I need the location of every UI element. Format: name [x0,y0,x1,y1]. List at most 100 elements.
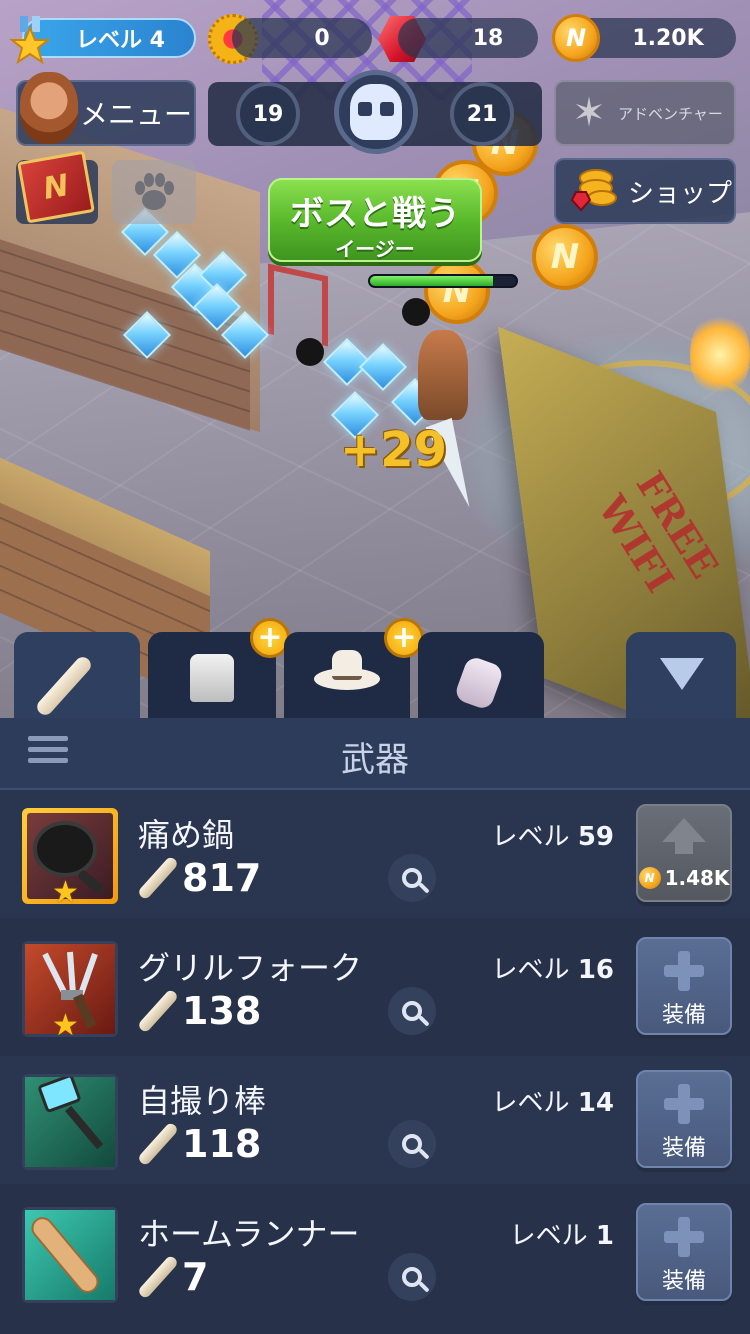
skull-icon [350,84,402,140]
coin-count: 1.20K [632,25,704,51]
baseball-bat-icon [31,1217,99,1293]
collapse-panel-button[interactable] [626,632,736,718]
tab-items[interactable] [418,632,544,718]
bat-icon [136,988,180,1034]
bomb [296,338,324,366]
star-icon: ★ [52,875,79,904]
magnifier-icon [402,1267,422,1287]
power-value: 7 [182,1255,209,1299]
next-stage: 21 [450,82,514,146]
player-level-label: レベル 4 [76,28,165,53]
tab-weapons[interactable] [14,632,140,719]
tab-armor[interactable]: + [148,618,290,718]
weapon-row[interactable]: ホームランナー 7 レベル 1 装備 [0,1189,750,1317]
upgrade-cost-value: 1.48K [664,866,730,890]
inspect-button[interactable] [388,1120,436,1168]
damage-number: +29 [340,422,448,478]
selfie-stick-icon [38,1074,104,1150]
weapon-level: レベル 59 [492,816,614,853]
inspect-button[interactable] [388,1253,436,1301]
weapon-name: グリルフォーク [138,949,363,987]
magnifier-icon [402,1134,422,1154]
next-stage-number: 21 [466,101,498,127]
weapon-level: レベル 1 [510,1215,614,1252]
paw-icon [135,173,174,210]
power-value: 118 [182,1122,262,1166]
weapon-thumbnail [22,1074,118,1170]
weapon-name: ホームランナー [138,1215,360,1253]
coin-drop: N [424,258,490,324]
level-label: レベル [491,955,570,985]
magnifier-icon [402,1001,422,1021]
panel-header: 武器 [0,718,750,790]
weapon-thumbnail: ★ [22,808,118,904]
plus-icon [664,1084,704,1124]
pet-button[interactable] [112,160,196,224]
gem-counter[interactable]: 18 [398,18,538,58]
weapon-power: 138 [136,987,261,1035]
equip-label: 装備 [661,1003,706,1028]
level-value: 16 [577,955,614,985]
bat-icon [136,855,180,901]
flame-effect [690,310,750,400]
level-value: 59 [577,822,614,852]
gem-count: 18 [472,25,504,51]
boss-stage-skull [334,70,418,154]
equip-label: 装備 [661,1269,706,1294]
coin-drop: N [532,224,598,290]
coin-stack-icon [570,169,617,212]
ruby-counter[interactable]: 0 [232,18,372,58]
bat-icon [136,1121,180,1167]
plus-icon [664,951,704,991]
equip-button[interactable]: 装備 [636,1203,732,1301]
chair [268,263,328,347]
level-value: 1 [595,1221,614,1251]
ruby-count: 0 [314,25,330,51]
weapon-thumbnail [22,1207,118,1303]
weapon-level: レベル 16 [492,949,614,986]
inspect-button[interactable] [388,987,436,1035]
level-medal-icon [9,16,51,64]
level-label: レベル [509,1221,588,1251]
adventure-label: アドベンチャー [618,104,723,123]
health-bar [368,274,518,288]
bomb [402,298,430,326]
weapon-name: 自撮り棒 [138,1082,267,1120]
avatar [20,72,78,144]
inspect-button[interactable] [388,854,436,902]
inventory-panel: 武器 ★ 痛め鍋 817 レベル 59 N 1.48K ★ グリルフォーク 13… [0,718,750,1334]
upgrade-cost: N 1.48K [638,866,730,890]
weapon-row[interactable]: ★ 痛め鍋 817 レベル 59 N 1.48K [0,790,750,918]
vest-icon [190,654,234,702]
shop-label: ショップ [628,178,733,209]
weapon-level: レベル 14 [492,1082,614,1119]
star-icon: ★ [52,1008,79,1037]
fight-boss-button[interactable]: ボスと戦う イージー [268,178,482,262]
weapon-power: 7 [136,1253,209,1301]
weapon-row[interactable]: ★ グリルフォーク 138 レベル 16 装備 [0,923,750,1051]
weapon-name: 痛め鍋 [138,816,235,854]
bat-icon [33,653,95,719]
potion-icon [453,654,505,712]
plus-icon [664,1217,704,1257]
menu-label: メニュー [80,98,193,131]
sparkle-icon: ✶ [572,90,606,136]
coin-icon: N [552,14,600,62]
bat-icon [136,1254,180,1300]
coin-icon: N [638,867,661,889]
weapon-row[interactable]: 自撮り棒 118 レベル 14 装備 [0,1056,750,1184]
book-icon: N [17,150,95,224]
arrow-up-icon [662,818,706,842]
health-bar-fill [370,276,493,286]
level-label: レベル [491,1088,570,1118]
level-label: レベル [491,822,570,852]
equip-button[interactable]: 装備 [636,1070,732,1168]
upgrade-button[interactable]: N 1.48K [636,804,732,902]
difficulty-label: イージー [335,237,415,261]
weapon-power: 118 [136,1120,262,1168]
equip-button[interactable]: 装備 [636,937,732,1035]
player-character [418,330,468,420]
tab-hats[interactable]: + [284,618,424,718]
weapon-thumbnail: ★ [22,941,118,1037]
panel-title: 武器 [341,740,409,780]
